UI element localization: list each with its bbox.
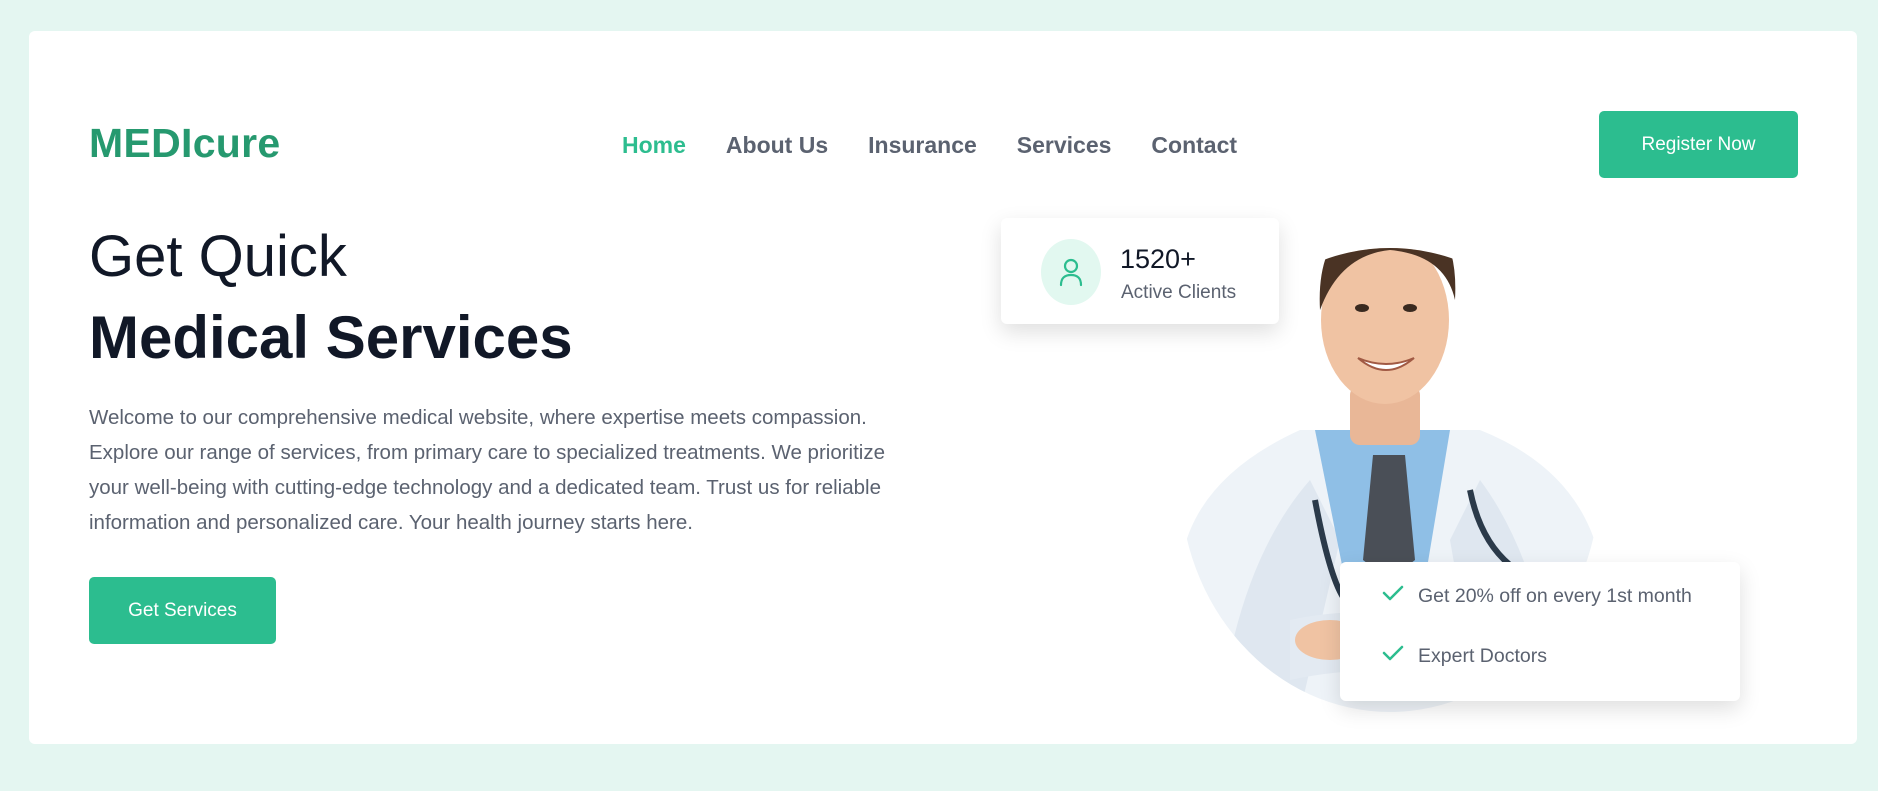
feature-text: Get 20% off on every 1st month — [1418, 584, 1692, 607]
hero-title-line2: Medical Services — [89, 304, 573, 371]
nav-item-contact[interactable]: Contact — [1151, 132, 1237, 159]
check-icon — [1382, 584, 1404, 608]
user-icon — [1041, 239, 1101, 305]
get-services-button[interactable]: Get Services — [89, 577, 276, 644]
feature-item: Expert Doctors — [1382, 644, 1547, 668]
main-nav: Home About Us Insurance Services Contact — [622, 132, 1237, 159]
active-clients-label: Active Clients — [1121, 282, 1237, 303]
nav-item-insurance[interactable]: Insurance — [868, 132, 977, 159]
features-card: Get 20% off on every 1st month Expert Do… — [1340, 562, 1740, 701]
nav-item-home[interactable]: Home — [622, 132, 686, 159]
hero-description: Welcome to our comprehensive medical web… — [89, 406, 886, 534]
nav-item-about-us[interactable]: About Us — [726, 132, 828, 159]
feature-item: Get 20% off on every 1st month — [1382, 584, 1692, 608]
hero-title-line1: Get Quick — [89, 224, 347, 289]
site-logo[interactable]: MEDIcure — [89, 120, 281, 167]
active-clients-count: 1520+ — [1120, 244, 1196, 274]
check-icon — [1382, 644, 1404, 668]
active-clients-card: 1520+ Active Clients — [1001, 218, 1279, 324]
nav-item-services[interactable]: Services — [1017, 132, 1112, 159]
feature-text: Expert Doctors — [1418, 644, 1547, 667]
register-now-button[interactable]: Register Now — [1599, 111, 1798, 178]
